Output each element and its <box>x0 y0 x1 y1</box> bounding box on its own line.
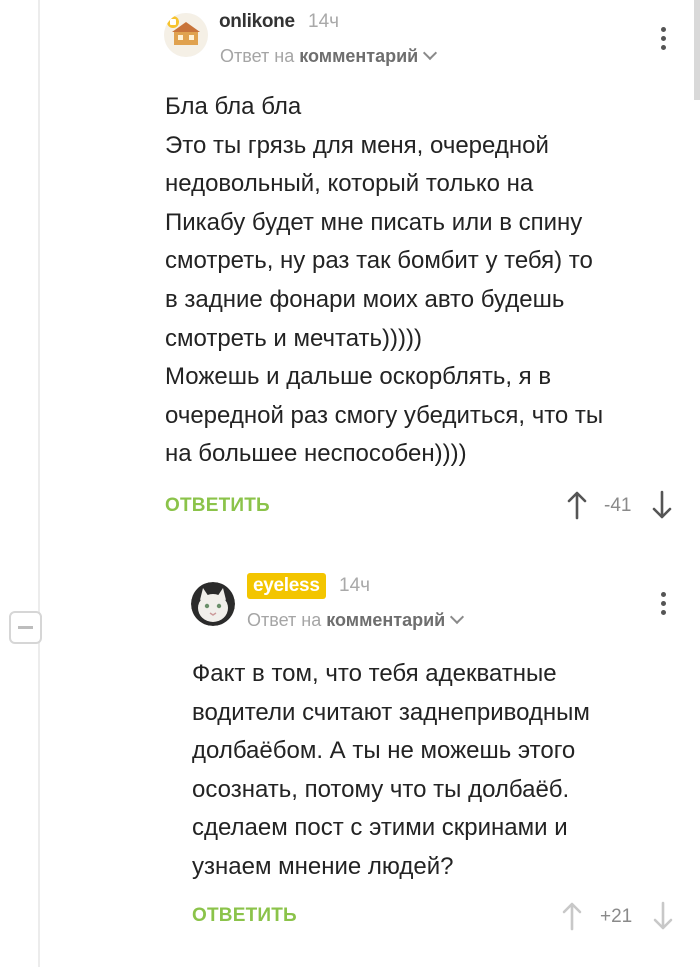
username[interactable]: eyeless <box>247 573 326 599</box>
comment-line: Факт в том, что тебя адекватные <box>192 660 557 687</box>
reply-to-target[interactable]: комментарий <box>299 46 418 66</box>
comment-line: смотреть и мечтать))))) <box>165 324 423 352</box>
arrow-down-icon <box>653 901 673 930</box>
avatar[interactable] <box>164 13 208 57</box>
username[interactable]: onlikone <box>219 11 295 33</box>
comment-line: Это ты грязь для меня, очередной <box>165 131 549 159</box>
comment-line: узнаем мнение людей? <box>192 852 454 880</box>
reply-button[interactable]: ОТВЕТИТЬ <box>192 905 297 927</box>
comment-line: на большее неспособен)))) <box>165 440 467 468</box>
chevron-down-icon[interactable] <box>423 45 438 61</box>
rating-score: +21 <box>600 906 633 927</box>
reply-to-target[interactable]: комментарий <box>326 610 445 630</box>
reply-to-link[interactable]: Ответ на комментарий <box>220 45 438 67</box>
collapse-thread-button[interactable] <box>9 611 42 644</box>
thread-line <box>38 0 40 967</box>
arrow-down-icon <box>652 490 672 519</box>
reply-to-prefix: Ответ на <box>220 46 295 66</box>
reply-to-link[interactable]: Ответ на комментарий <box>247 609 465 631</box>
reply-to-prefix: Ответ на <box>247 610 322 630</box>
reply-button[interactable]: ОТВЕТИТЬ <box>165 495 270 517</box>
more-vert-icon[interactable] <box>661 592 667 619</box>
comment-line: смотреть, ну раз так бомбит у тебя) то <box>165 247 593 275</box>
chevron-down-icon[interactable] <box>450 609 465 625</box>
comment-line: водители считают заднеприводным <box>192 698 590 726</box>
comment-line: Бла бла бла <box>165 93 302 120</box>
comment-line: очередной раз смогу убедиться, что ты <box>165 401 604 429</box>
comment-line: сделаем пост с этими скринами и <box>192 814 568 842</box>
scrollbar[interactable] <box>694 0 700 100</box>
avatar[interactable] <box>191 582 235 626</box>
comment-line: долбаёбом. А ты не можешь этого <box>192 737 576 765</box>
rating-score: -41 <box>604 495 632 516</box>
comment-body: Бла бла бла Это ты грязь для меня, очере… <box>165 88 675 474</box>
comment-body: Факт в том, что тебя адекватные водители… <box>192 655 692 887</box>
comment-line: осознать, потому что ты долбаёб. <box>192 775 570 803</box>
comment-line: в задние фонари моих авто будешь <box>165 285 565 313</box>
more-vert-icon[interactable] <box>661 27 667 54</box>
arrow-up-icon <box>562 902 582 931</box>
arrow-up-icon <box>567 491 587 520</box>
comment-line: недовольный, который только на <box>165 170 534 198</box>
timestamp: 14ч <box>308 11 340 32</box>
comment-line: Пикабу будет мне писать или в спину <box>165 208 583 236</box>
timestamp: 14ч <box>339 575 371 596</box>
comment-line: Можешь и дальше оскорблять, я в <box>165 363 552 391</box>
